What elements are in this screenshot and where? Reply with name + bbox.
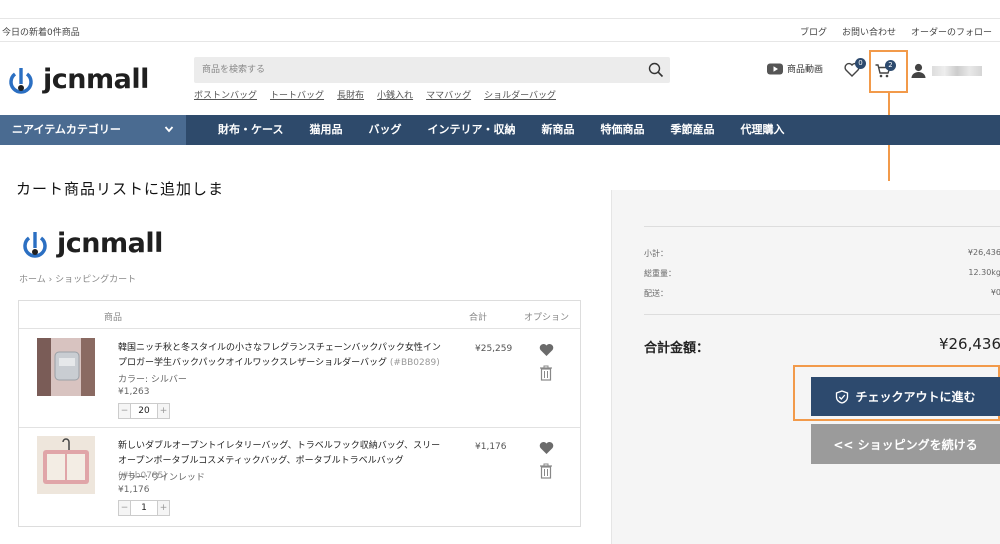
nav-item[interactable]: インテリア・収納 bbox=[427, 115, 515, 145]
cart-count-badge: 2 bbox=[885, 60, 896, 71]
product-name[interactable]: 韓国ニッチ秋と冬スタイルの小さなフレグランスチェーンバックパック女性インプロガー… bbox=[118, 341, 448, 371]
trash-icon[interactable] bbox=[539, 365, 553, 381]
line-total: ¥1,176 bbox=[475, 442, 507, 452]
cart-table: 商品 合計 オプション 韓国ニッチ秋と冬スタイルの小さなフレグランスチェーンバッ… bbox=[18, 300, 581, 527]
heart-icon[interactable] bbox=[539, 343, 554, 357]
row-divider bbox=[19, 427, 580, 428]
video-label: 商品動画 bbox=[787, 65, 824, 75]
continue-label: << ショッピングを続ける bbox=[833, 437, 978, 452]
search-input[interactable] bbox=[194, 57, 634, 83]
trash-icon[interactable] bbox=[539, 463, 553, 479]
quick-link[interactable]: 小銭入れ bbox=[377, 88, 413, 101]
quantity-stepper: − 1 + bbox=[118, 500, 170, 516]
product-unit-price: ¥1,263 bbox=[118, 387, 150, 397]
header-options: オプション bbox=[524, 313, 570, 323]
product-thumbnail[interactable] bbox=[37, 436, 95, 494]
cart-logo: jcnmall bbox=[20, 228, 163, 259]
page-headline: カート商品リストに追加しま bbox=[16, 180, 225, 198]
wishlist-button[interactable]: 0 bbox=[844, 58, 866, 81]
row-actions bbox=[539, 441, 554, 479]
quantity-value[interactable]: 20 bbox=[130, 404, 158, 418]
video-link[interactable]: 商品動画 bbox=[767, 62, 823, 75]
quantity-stepper: − 20 + bbox=[118, 403, 170, 419]
main-nav: ニアイテムカテゴリー 財布・ケース 猫用品 バッグ インテリア・収納 新商品 特… bbox=[0, 115, 1000, 145]
subtotal-label: 小計： bbox=[644, 249, 668, 258]
total-label: 合計金額： bbox=[644, 341, 710, 356]
blog-link[interactable]: ブログ bbox=[800, 25, 827, 38]
product-meta: カラー: シルバー ¥1,263 bbox=[118, 374, 187, 398]
search-bar bbox=[194, 57, 670, 83]
logo-icon bbox=[9, 67, 33, 94]
quick-search-links: ボストンバッグ トートバッグ 長財布 小銭入れ ママバッグ ショルダーバッグ bbox=[194, 88, 556, 101]
line-total: ¥25,259 bbox=[475, 344, 513, 354]
cart-button[interactable]: 2 bbox=[875, 60, 896, 82]
header-product: 商品 bbox=[104, 313, 123, 323]
product-color: カラー: シルバー bbox=[118, 375, 187, 385]
category-label: ニアイテムカテゴリー bbox=[12, 123, 121, 136]
top-bar: 今日の新着0件商品 ブログ お問い合わせ オーダーのフォロー bbox=[0, 18, 1000, 42]
header-total: 合計 bbox=[469, 313, 488, 323]
breadcrumb-current: ショッピングカート bbox=[55, 275, 137, 285]
subtotal-value: ¥26,436 bbox=[967, 248, 1000, 257]
heart-icon[interactable] bbox=[539, 441, 554, 455]
search-icon[interactable] bbox=[648, 62, 664, 78]
youtube-icon bbox=[767, 63, 783, 74]
product-meta: カラー: ワインレッド ¥1,176 bbox=[118, 472, 205, 496]
chevron-down-icon bbox=[164, 126, 174, 133]
quick-link[interactable]: ショルダーバッグ bbox=[484, 88, 556, 101]
product-unit-price: ¥1,176 bbox=[118, 485, 150, 495]
shield-check-icon bbox=[836, 389, 849, 404]
site-logo[interactable]: jcnmall bbox=[6, 64, 149, 95]
username-blurred bbox=[932, 65, 982, 76]
nav-item[interactable]: 特価商品 bbox=[600, 115, 644, 145]
logo-text: jcnmall bbox=[43, 64, 149, 95]
quick-link[interactable]: トートバッグ bbox=[270, 88, 324, 101]
weight-label: 総重量： bbox=[644, 269, 676, 278]
logo-text: jcnmall bbox=[57, 228, 163, 259]
shipping-value: ¥0 bbox=[990, 288, 1000, 297]
breadcrumb: ホーム › ショッピングカート bbox=[19, 272, 136, 285]
summary-divider bbox=[644, 226, 1000, 227]
product-color: カラー: ワインレッド bbox=[118, 473, 205, 483]
quick-link[interactable]: ボストンバッグ bbox=[194, 88, 257, 101]
subtotal-row: 小計： ¥26,436 bbox=[644, 248, 1000, 259]
header-divider bbox=[19, 328, 580, 329]
checkout-label: チェックアウトに進む bbox=[855, 390, 976, 404]
wishlist-count-badge: 0 bbox=[855, 58, 866, 69]
nav-item[interactable]: バッグ bbox=[368, 115, 401, 145]
total-row: 合計金額： ¥26,436 bbox=[644, 335, 1000, 356]
total-value: ¥26,436 bbox=[938, 335, 1000, 353]
weight-value: 12.30kg bbox=[968, 268, 1000, 277]
weight-row: 総重量： 12.30kg bbox=[644, 268, 1000, 279]
category-menu[interactable]: ニアイテムカテゴリー bbox=[0, 115, 186, 145]
continue-shopping-button[interactable]: << ショッピングを続ける bbox=[811, 424, 1000, 464]
user-account[interactable] bbox=[911, 63, 982, 78]
new-arrivals-notice: 今日の新着0件商品 bbox=[2, 28, 80, 38]
nav-item[interactable]: 新商品 bbox=[541, 115, 574, 145]
user-icon bbox=[911, 63, 926, 78]
order-tracking-link[interactable]: オーダーのフォロー bbox=[911, 25, 992, 38]
nav-item[interactable]: 財布・ケース bbox=[218, 115, 283, 145]
quick-link[interactable]: 長財布 bbox=[337, 88, 364, 101]
nav-item[interactable]: 季節産品 bbox=[670, 115, 714, 145]
contact-link[interactable]: お問い合わせ bbox=[842, 25, 896, 38]
nav-item[interactable]: 代理購入 bbox=[740, 115, 784, 145]
decrement-button[interactable]: − bbox=[119, 404, 130, 418]
row-actions bbox=[539, 343, 554, 381]
logo-icon bbox=[23, 231, 47, 258]
shipping-label: 配送： bbox=[644, 289, 668, 298]
utility-links: ブログ お問い合わせ オーダーのフォロー bbox=[800, 25, 992, 38]
nav-item[interactable]: 猫用品 bbox=[309, 115, 342, 145]
product-thumbnail[interactable] bbox=[37, 338, 95, 396]
increment-button[interactable]: + bbox=[158, 501, 169, 515]
summary-divider bbox=[644, 314, 1000, 315]
decrement-button[interactable]: − bbox=[119, 501, 130, 515]
product-code: (#BB0289) bbox=[389, 358, 440, 368]
checkout-button[interactable]: チェックアウトに進む bbox=[811, 377, 1000, 416]
increment-button[interactable]: + bbox=[158, 404, 169, 418]
quantity-value[interactable]: 1 bbox=[130, 501, 158, 515]
quick-link[interactable]: ママバッグ bbox=[426, 88, 471, 101]
breadcrumb-home[interactable]: ホーム bbox=[19, 275, 46, 285]
shipping-row: 配送： ¥0 bbox=[644, 288, 1000, 299]
